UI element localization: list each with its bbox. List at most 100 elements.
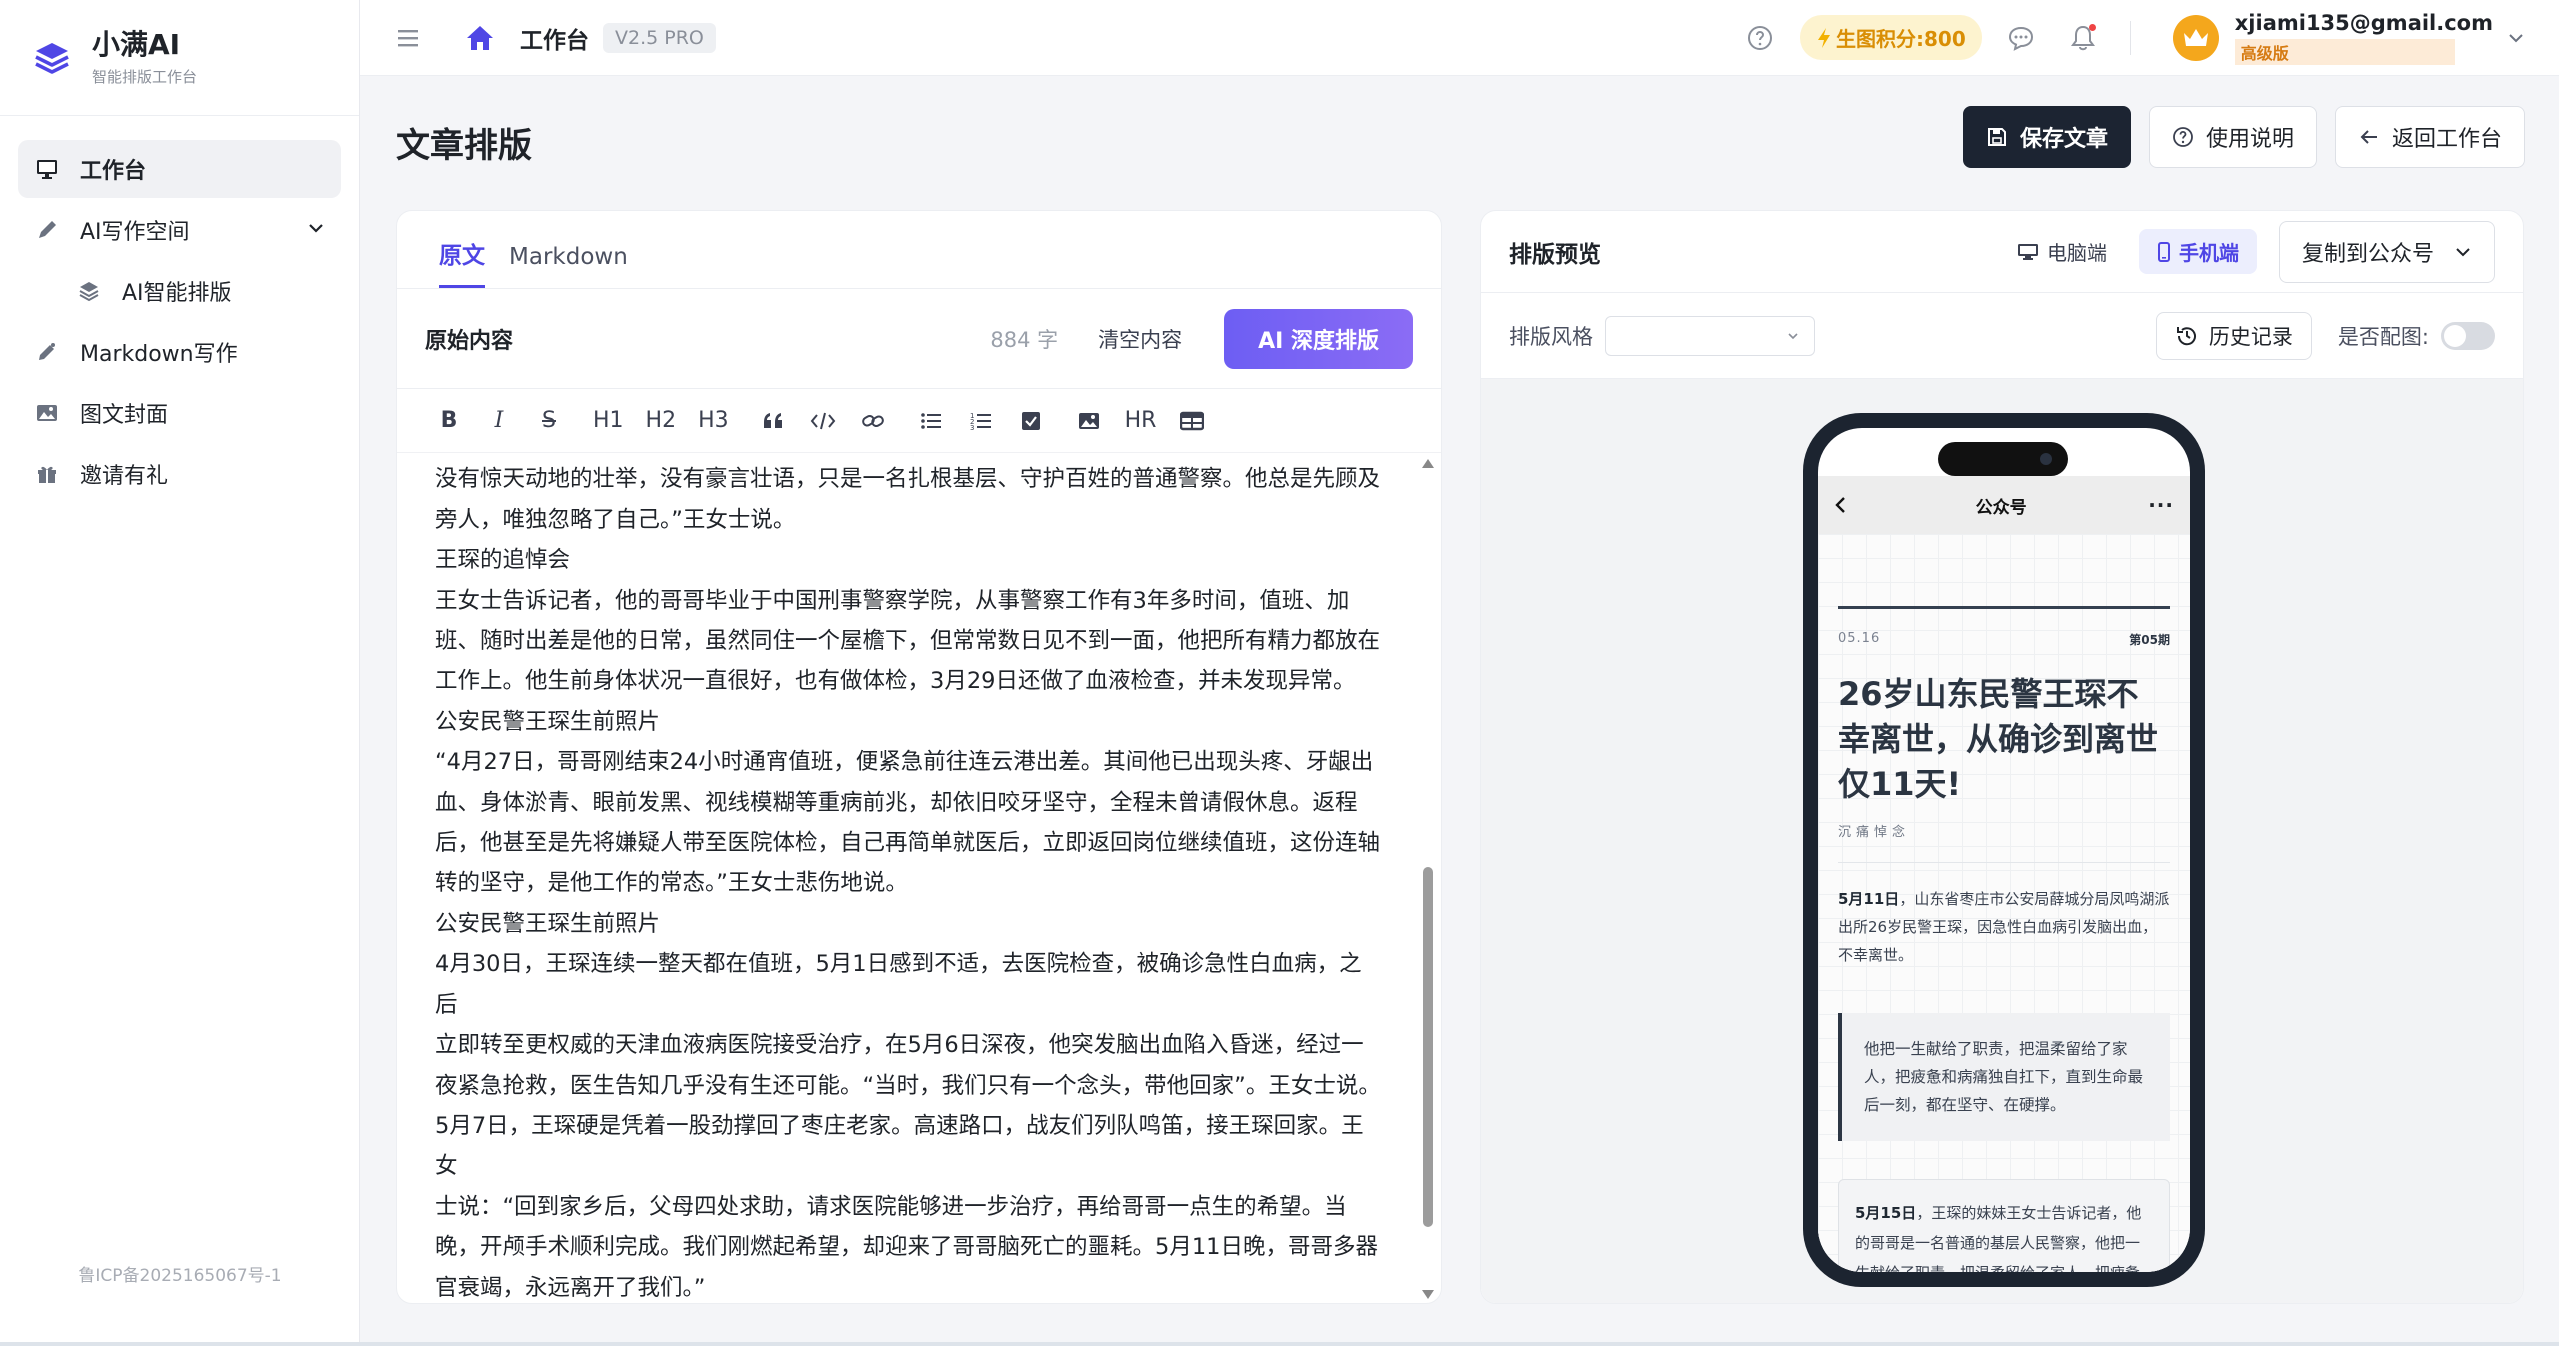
- wechat-nav-title: 公众号: [1975, 497, 2027, 518]
- scroll-down-arrow[interactable]: [1422, 1290, 1434, 1299]
- history-icon: [2175, 324, 2199, 348]
- link-icon[interactable]: [859, 405, 887, 437]
- avatar[interactable]: [2172, 14, 2219, 61]
- h2-button[interactable]: H2: [646, 405, 677, 437]
- chevron-down-icon[interactable]: [307, 218, 325, 243]
- h1-button[interactable]: H1: [593, 405, 624, 437]
- editor-toolbar: B I S H1 H2 H3 123 HR: [397, 389, 1441, 453]
- chat-icon[interactable]: [2006, 23, 2036, 53]
- strikethrough-button[interactable]: S: [535, 405, 563, 437]
- pen-icon: [34, 217, 60, 243]
- editor-line: 士说：“回到家乡后，父母四处求助，请求医院能够进一步治疗，再给哥哥一点生的希望。…: [435, 1193, 1347, 1220]
- mobile-view-button[interactable]: 手机端: [2138, 229, 2257, 274]
- sidebar-item-cover[interactable]: 图文封面: [18, 384, 341, 442]
- editor-line: 转的坚守，是他工作的常态。”王女士悲伤地说。: [435, 870, 908, 897]
- scroll-thumb[interactable]: [1423, 867, 1433, 1227]
- sidebar-item-ai-writing[interactable]: AI写作空间: [18, 201, 341, 259]
- save-article-button[interactable]: 保存文章: [1962, 106, 2131, 168]
- save-article-label: 保存文章: [2019, 127, 2108, 152]
- monitor-icon: [34, 156, 60, 182]
- editor-line: 工作上。他生前身体状况一直很好，也有做体检，3月29日还做了血液检查，并未发现异…: [435, 668, 1356, 695]
- help-label: 使用说明: [2205, 127, 2294, 152]
- insert-image-icon[interactable]: [1075, 405, 1103, 437]
- notification-dot: [2088, 23, 2096, 31]
- editor-line: 后，他甚至是先将嫌疑人带至医院体检，自己再简单就医后，立即返回岗位继续值班，这份…: [435, 830, 1381, 857]
- topbar: 工作台 V2.5 PRO 生图积分:800 xjiami135@gmail.co…: [360, 0, 2559, 76]
- with-image-toggle[interactable]: [2441, 321, 2495, 350]
- points-badge[interactable]: 生图积分:800: [1800, 15, 1982, 60]
- brand[interactable]: 小满AI 智能排版工作台: [0, 0, 359, 116]
- chevron-down-icon: [2454, 243, 2472, 261]
- sidebar-item-workbench[interactable]: 工作台: [18, 140, 341, 198]
- dynamic-island: [1938, 442, 2068, 476]
- copy-to-wechat-label: 复制到公众号: [2301, 241, 2434, 267]
- edit-icon: [34, 339, 60, 365]
- article-title: 26岁山东民警王琛不幸离世，从确诊到离世仅11天!: [1838, 675, 2159, 803]
- checkbox-icon[interactable]: [1017, 405, 1045, 437]
- preview-header: 排版预览 电脑端 手机端 复制到公众号: [1481, 211, 2523, 293]
- mobile-view-label: 手机端: [2178, 241, 2239, 265]
- bottom-border: [0, 1342, 2559, 1346]
- divider: [2129, 20, 2131, 55]
- h3-button[interactable]: H3: [698, 405, 729, 437]
- editor-line: 立即转至更权威的天津血液病医院接受治疗，在5月6日深夜，他突发脑出血陷入昏迷，经…: [435, 1032, 1364, 1059]
- phone-frame: 公众号 ··· 05.16 第05期 26岁山东民警王琛不幸离世，从确诊到离世仅…: [1803, 413, 2205, 1287]
- copy-to-wechat-dropdown[interactable]: 复制到公众号: [2278, 220, 2495, 283]
- scroll-up-arrow[interactable]: [1422, 459, 1434, 468]
- sidebar-item-markdown[interactable]: Markdown写作: [18, 323, 341, 381]
- clear-content-button[interactable]: 清空内容: [1098, 324, 1182, 354]
- editor-line: 血、身体淤青、眼前发黑、视线模糊等重病前兆，却依旧咬牙坚守，全程未曾请假休息。返…: [435, 789, 1358, 816]
- editor-line: 没有惊天动地的壮举，没有豪言壮语，只是一名扎根基层、守护百姓的普通警察。他总是先…: [435, 466, 1381, 493]
- home-icon[interactable]: [464, 22, 496, 54]
- sidebar-item-label: Markdown写作: [80, 342, 238, 367]
- editor-scrollbar[interactable]: [1421, 453, 1435, 1303]
- preview-title: 排版预览: [1509, 241, 1601, 268]
- ai-deep-layout-button[interactable]: AI 深度排版: [1224, 308, 1413, 369]
- tab-original[interactable]: 原文: [439, 236, 485, 288]
- page-actions: 保存文章 使用说明 返回工作台: [1945, 106, 2525, 168]
- brand-subtitle: 智能排版工作台: [92, 68, 198, 86]
- bullet-list-icon[interactable]: [917, 405, 945, 437]
- breadcrumb-title: 工作台: [520, 27, 589, 54]
- hr-button[interactable]: HR: [1125, 405, 1157, 437]
- more-icon[interactable]: ···: [2148, 493, 2174, 517]
- back-to-workbench-button[interactable]: 返回工作台: [2334, 106, 2525, 168]
- table-icon[interactable]: [1178, 405, 1206, 437]
- crown-icon: [2183, 28, 2208, 46]
- italic-button[interactable]: I: [485, 405, 513, 437]
- toggle-knob: [2444, 324, 2466, 347]
- code-icon[interactable]: [809, 405, 837, 437]
- chevron-down-icon[interactable]: [2507, 29, 2525, 47]
- tab-markdown[interactable]: Markdown: [509, 244, 628, 288]
- editor-line: 5月7日，王琛硬是凭着一股劲撑回了枣庄老家。高速路口，战友们列队鸣笛，接王琛回家…: [435, 1112, 1364, 1180]
- editor-line: 公安民警王琛生前照片: [435, 708, 661, 735]
- editor-line: 班、随时出差是他的日常，虽然同住一个屋檐下，但常常数日见不到一面，他把所有精力都…: [435, 628, 1381, 655]
- desktop-view-button[interactable]: 电脑端: [1999, 229, 2125, 274]
- editor-line: 王琛的追悼会: [435, 547, 571, 574]
- article-author: 沉痛悼念: [1838, 821, 2170, 863]
- mobile-phone-icon: [2157, 241, 2171, 262]
- sidebar-item-ai-layout[interactable]: AI智能排版: [18, 262, 341, 320]
- preview-card: 排版预览 电脑端 手机端 复制到公众号 排版风格 历史记录 是否配图: 公众号 …: [1480, 210, 2524, 1304]
- style-select[interactable]: [1605, 315, 1815, 356]
- bell-icon[interactable]: [2068, 23, 2098, 53]
- image-icon: [34, 400, 60, 426]
- history-button[interactable]: 历史记录: [2155, 311, 2312, 360]
- user-info[interactable]: xjiami135@gmail.com 高级版: [2234, 10, 2493, 65]
- points-text: 生图积分:800: [1836, 27, 1966, 51]
- preview-options: 排版风格 历史记录 是否配图:: [1481, 293, 2523, 379]
- icp-record[interactable]: 鲁ICP备2025165067号-1: [0, 1261, 360, 1286]
- bold-button[interactable]: B: [435, 405, 463, 437]
- quote-icon[interactable]: [759, 405, 787, 437]
- sidebar-item-label: 工作台: [80, 159, 147, 184]
- help-button[interactable]: 使用说明: [2148, 106, 2317, 168]
- menu-toggle-icon[interactable]: [394, 24, 422, 52]
- sidebar-item-invite[interactable]: 邀请有礼: [18, 445, 341, 503]
- preview-canvas: 公众号 ··· 05.16 第05期 26岁山东民警王琛不幸离世，从确诊到离世仅…: [1481, 379, 2523, 1303]
- back-arrow-icon[interactable]: [1834, 495, 1854, 515]
- numbered-list-icon[interactable]: 123: [967, 405, 995, 437]
- help-icon[interactable]: [1746, 24, 1774, 52]
- article-preview: 05.16 第05期 26岁山东民警王琛不幸离世，从确诊到离世仅11天! 沉痛悼…: [1818, 534, 2190, 1272]
- editor-textarea[interactable]: 事，在他身边的人看来，他的付出是全心全意的。“他是一名普通的基层警察，他把一生献…: [397, 453, 1417, 1303]
- article-date: 05.16: [1838, 631, 1881, 646]
